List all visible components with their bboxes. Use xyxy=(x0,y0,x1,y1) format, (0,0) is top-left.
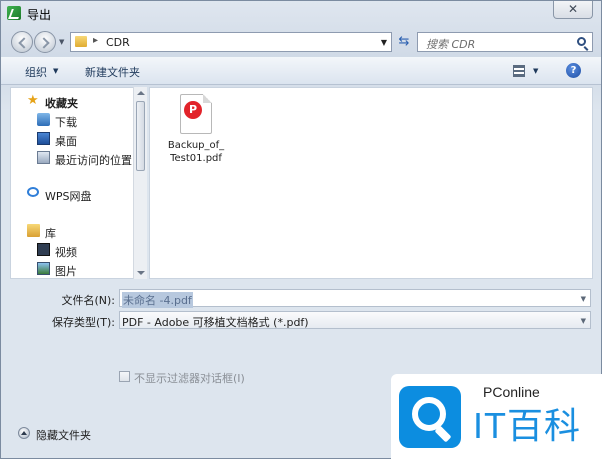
pdf-file-icon: P xyxy=(180,94,212,134)
star-icon: ★ xyxy=(27,93,39,108)
file-name-line: Test01.pdf xyxy=(170,153,222,164)
search-input[interactable]: 搜索 CDR xyxy=(417,32,593,52)
desktop-icon xyxy=(37,132,50,145)
scroll-down-icon[interactable] xyxy=(137,271,145,275)
nav-wps-cloud[interactable]: WPS网盘 xyxy=(11,185,135,203)
watermark-brand: PConline xyxy=(483,384,540,400)
nav-libraries-label: 库 xyxy=(45,227,56,240)
breadcrumb-separator[interactable]: ▸ xyxy=(93,35,98,46)
file-name: Backup_of_ Test01.pdf xyxy=(164,139,228,165)
chevron-up-icon[interactable] xyxy=(18,427,30,439)
scroll-thumb[interactable] xyxy=(136,101,145,171)
nav-item-label: 下载 xyxy=(55,116,77,129)
page-fold xyxy=(203,94,212,103)
window-title: 导出 xyxy=(27,8,52,22)
search-placeholder: 搜索 CDR xyxy=(426,38,476,51)
breadcrumb-cdr[interactable]: CDR xyxy=(106,36,130,49)
file-item[interactable]: P Backup_of_ Test01.pdf xyxy=(164,94,228,166)
watermark: PConline IT百科 xyxy=(391,374,602,459)
pconline-logo-icon xyxy=(399,386,461,448)
recent-pages-dropdown[interactable]: ▼ xyxy=(59,38,64,46)
nav-item-label: 最近访问的位置 xyxy=(55,154,132,167)
nav-item-downloads[interactable]: 下载 xyxy=(11,111,135,129)
forward-button[interactable] xyxy=(34,31,56,53)
nav-item-desktop[interactable]: 桌面 xyxy=(11,130,135,148)
app-icon xyxy=(7,6,21,20)
refresh-icon[interactable]: ⇆ xyxy=(393,32,415,52)
hide-filter-dialog-checkbox[interactable] xyxy=(119,371,130,382)
nav-favorites-label: 收藏夹 xyxy=(45,97,78,110)
nav-item-label: 桌面 xyxy=(55,135,77,148)
help-icon[interactable]: ? xyxy=(566,63,581,78)
library-icon xyxy=(27,224,40,237)
logo-handle xyxy=(434,425,452,443)
address-bar[interactable]: ▸ CDR ▼ xyxy=(70,32,392,52)
title-bar: 导出 ✕ xyxy=(1,1,601,25)
filename-input[interactable]: 未命名 -4.pdf ▼ xyxy=(119,289,591,308)
nav-libraries[interactable]: 库 xyxy=(11,222,135,240)
filename-label: 文件名(N): xyxy=(61,294,115,307)
organize-chevron-down-icon[interactable]: ▼ xyxy=(53,67,58,75)
nav-wps-label: WPS网盘 xyxy=(45,190,92,203)
view-options-chevron-down-icon[interactable]: ▼ xyxy=(533,67,538,75)
nav-item-videos[interactable]: 视频 xyxy=(11,241,135,259)
close-button[interactable]: ✕ xyxy=(553,1,593,19)
filetype-select[interactable]: PDF - Adobe 可移植文档格式 (*.pdf) ▼ xyxy=(119,311,591,329)
hide-filter-dialog-label[interactable]: 不显示过滤器对话框(I) xyxy=(134,370,245,386)
address-dropdown-icon[interactable]: ▼ xyxy=(381,38,387,47)
cloud-icon xyxy=(27,187,39,197)
filetype-label: 保存类型(T): xyxy=(51,316,115,329)
file-name-line: Backup_of_ xyxy=(167,140,225,151)
export-dialog: 导出 ✕ ▼ ▸ CDR ▼ ⇆ 搜索 CDR 组织 ▼ 新建文件夹 ▼ ? ★… xyxy=(0,0,602,459)
search-icon[interactable] xyxy=(577,37,586,46)
change-view-icon[interactable] xyxy=(513,65,525,77)
nav-item-label: 视频 xyxy=(55,246,77,259)
hide-folders-button[interactable]: 隐藏文件夹 xyxy=(36,427,91,443)
filetype-value: PDF - Adobe 可移植文档格式 (*.pdf) xyxy=(122,316,309,329)
picture-icon xyxy=(37,262,50,275)
command-bar: 组织 ▼ 新建文件夹 ▼ ? xyxy=(1,57,601,85)
organize-button[interactable]: 组织 xyxy=(25,64,47,80)
navigation-pane[interactable]: ★ 收藏夹 下载 桌面 最近访问的位置 WPS网盘 库 视频 图片 xyxy=(10,87,147,279)
new-folder-button[interactable]: 新建文件夹 xyxy=(85,64,140,80)
download-icon xyxy=(37,113,50,126)
recent-places-icon xyxy=(37,151,50,164)
back-button[interactable] xyxy=(11,31,33,53)
watermark-name: IT百科 xyxy=(473,405,581,446)
nav-favorites[interactable]: ★ 收藏夹 xyxy=(11,92,135,110)
nav-item-label: 图片 xyxy=(55,265,77,278)
filename-value[interactable]: 未命名 -4.pdf xyxy=(122,292,193,308)
pdf-badge: P xyxy=(184,101,202,119)
folder-icon xyxy=(75,36,87,47)
scroll-up-icon[interactable] xyxy=(137,91,145,95)
nav-item-recent-places[interactable]: 最近访问的位置 xyxy=(11,149,135,167)
nav-scrollbar[interactable] xyxy=(133,87,147,279)
file-list[interactable]: P Backup_of_ Test01.pdf xyxy=(149,87,593,279)
filename-chevron-down-icon[interactable]: ▼ xyxy=(581,295,586,303)
filetype-chevron-down-icon[interactable]: ▼ xyxy=(581,317,586,325)
video-icon xyxy=(37,243,50,256)
nav-item-pictures[interactable]: 图片 xyxy=(11,260,135,278)
